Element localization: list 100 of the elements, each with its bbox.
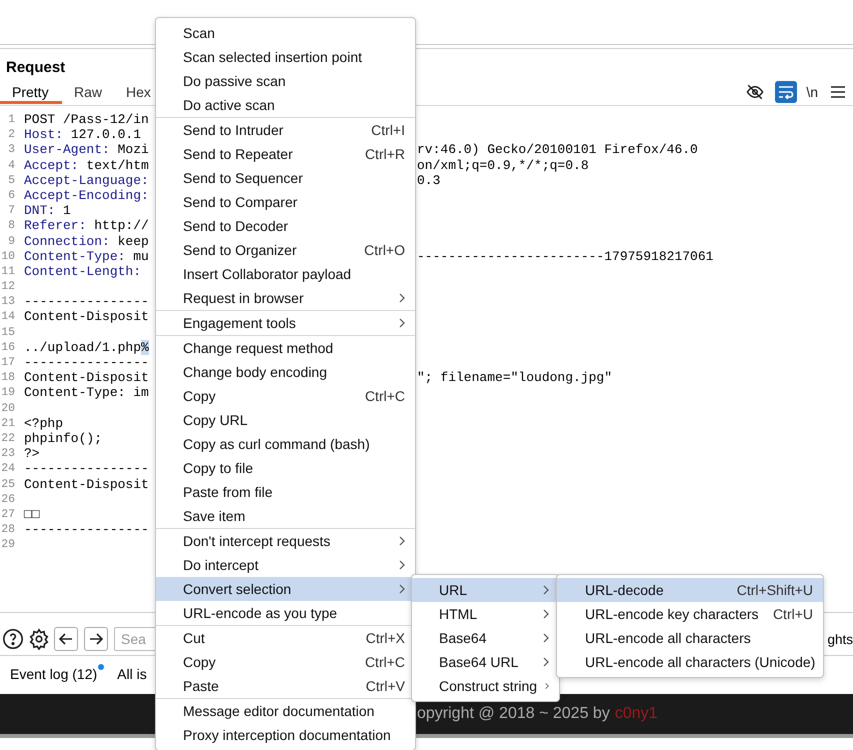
editor-tab[interactable]: Raw bbox=[62, 80, 114, 104]
line-number: 23 bbox=[0, 446, 16, 462]
menu-item[interactable]: Paste Ctrl+V bbox=[156, 674, 415, 698]
menu-item[interactable]: Construct string bbox=[412, 674, 559, 698]
menu-item[interactable]: Scan bbox=[156, 21, 415, 45]
line-number: 13 bbox=[0, 294, 16, 310]
line-number: 22 bbox=[0, 430, 16, 446]
line-number: 29 bbox=[0, 537, 16, 552]
issues-tab[interactable]: All is bbox=[117, 666, 147, 682]
code-text: ../upload/1.php% bbox=[23, 340, 150, 356]
menu-item[interactable]: Do intercept bbox=[156, 553, 415, 577]
settings-icon[interactable] bbox=[28, 628, 50, 650]
line-number: 2 bbox=[7, 127, 16, 142]
menu-item[interactable]: Base64 URL bbox=[412, 650, 559, 674]
menu-item[interactable]: URL-encode all characters bbox=[557, 626, 823, 650]
line-number: 5 bbox=[7, 172, 16, 188]
code-text: DNT: 1 bbox=[23, 203, 72, 218]
menu-item[interactable]: Change body encoding bbox=[156, 360, 415, 384]
help-icon[interactable] bbox=[2, 628, 24, 650]
code-text: POST /Pass-12/in bbox=[23, 112, 150, 128]
code-text: ---------------- bbox=[23, 461, 150, 477]
arrow-right-icon bbox=[89, 633, 103, 645]
code-text: Content-Type: mu bbox=[23, 248, 150, 264]
line-number: 14 bbox=[0, 309, 16, 325]
menu-item[interactable]: Request in browser bbox=[156, 286, 415, 310]
line-number: 7 bbox=[7, 203, 16, 218]
event-log-tab[interactable]: Event log (12) bbox=[10, 666, 98, 682]
menu-item[interactable]: Send to Comparer bbox=[156, 190, 415, 214]
menu-item[interactable]: URL bbox=[412, 578, 559, 602]
menu-item[interactable]: URL-encode key characters Ctrl+U bbox=[557, 602, 823, 626]
menu-item[interactable]: Paste from file bbox=[156, 480, 415, 504]
code-text: ?> bbox=[23, 446, 41, 462]
menu-item[interactable]: Proxy interception documentation bbox=[156, 723, 415, 747]
menu-item[interactable]: Copy Ctrl+C bbox=[156, 650, 415, 674]
menu-item[interactable]: Copy Ctrl+C bbox=[156, 384, 415, 408]
menu-item[interactable]: Message editor documentation bbox=[156, 699, 415, 723]
line-number: 25 bbox=[0, 476, 16, 492]
code-text: ---------------- bbox=[23, 294, 150, 310]
chevron-right-icon bbox=[545, 681, 549, 691]
menu-item[interactable]: Insert Collaborator payload bbox=[156, 262, 415, 286]
line-number: 12 bbox=[0, 279, 16, 294]
line-number: 6 bbox=[7, 188, 16, 204]
code-text: Connection: keep bbox=[23, 234, 150, 249]
wrap-icon[interactable] bbox=[775, 81, 798, 103]
menu-item[interactable]: Save item bbox=[156, 504, 415, 528]
menu-item[interactable]: URL-decode Ctrl+Shift+U bbox=[557, 578, 823, 602]
code-text: Host: 127.0.0.1 bbox=[23, 127, 142, 142]
code-text: ------------------------17975918217061 bbox=[417, 248, 714, 264]
back-button[interactable] bbox=[54, 627, 78, 651]
menu-item[interactable]: Copy URL bbox=[156, 408, 415, 432]
menu-item[interactable]: Scan selected insertion point bbox=[156, 45, 415, 69]
menu-item[interactable]: Do active scan bbox=[156, 93, 415, 117]
newline-toggle[interactable]: \n bbox=[806, 84, 818, 100]
line-number: 20 bbox=[0, 400, 16, 416]
code-text: Accept-Encoding: bbox=[23, 188, 150, 204]
menu-item[interactable]: Send to Intruder Ctrl+I bbox=[156, 118, 415, 142]
code-text: Content-Length: bbox=[23, 264, 142, 280]
menu-item[interactable]: URL-encode all characters (Unicode) bbox=[557, 650, 823, 674]
menu-item[interactable]: Base64 bbox=[412, 626, 559, 650]
menu-item[interactable]: Send to Sequencer bbox=[156, 166, 415, 190]
menu-item[interactable]: Cut Ctrl+X bbox=[156, 626, 415, 650]
line-number: 27 bbox=[0, 506, 16, 522]
code-text: □□ bbox=[23, 506, 41, 522]
menu-item[interactable]: Send to Decoder bbox=[156, 214, 415, 238]
code-text: ---------------- bbox=[23, 355, 150, 370]
line-number: 15 bbox=[0, 324, 16, 340]
menu-item[interactable]: Change request method bbox=[156, 336, 415, 360]
line-number: 10 bbox=[0, 248, 16, 264]
chevron-right-icon bbox=[399, 536, 405, 546]
code-text: phpinfo(); bbox=[23, 430, 104, 446]
menu-item[interactable]: Engagement tools bbox=[156, 311, 415, 335]
menu-item[interactable]: Don't intercept requests bbox=[156, 529, 415, 553]
toolbar-label: ghts bbox=[827, 632, 853, 646]
menu-item[interactable]: HTML bbox=[412, 602, 559, 626]
arrow-left-icon bbox=[59, 633, 73, 645]
menu-item[interactable]: Send to Repeater Ctrl+R bbox=[156, 142, 415, 166]
chevron-right-icon bbox=[543, 585, 549, 595]
code-text: "; filename="loudong.jpg" bbox=[417, 370, 612, 386]
forward-button[interactable] bbox=[84, 627, 108, 651]
line-number: 16 bbox=[0, 340, 16, 356]
line-number: 24 bbox=[0, 461, 16, 477]
menu-item[interactable]: Copy to file bbox=[156, 456, 415, 480]
code-text: Content-Disposit bbox=[23, 476, 150, 492]
code-text: Content-Type: im bbox=[23, 385, 150, 401]
code-text: Content-Disposit bbox=[23, 309, 150, 325]
chevron-right-icon bbox=[399, 318, 405, 328]
chevron-right-icon bbox=[399, 293, 405, 303]
menu-item[interactable]: Do passive scan bbox=[156, 69, 415, 93]
menu-item[interactable]: Send to Organizer Ctrl+O bbox=[156, 238, 415, 262]
line-number: 18 bbox=[0, 370, 16, 386]
chevron-right-icon bbox=[399, 560, 405, 570]
code-text: Accept-Language: bbox=[23, 172, 150, 188]
menu-item[interactable]: URL-encode as you type bbox=[156, 601, 415, 625]
code-text: 0.3 bbox=[417, 172, 440, 188]
chevron-right-icon bbox=[543, 633, 549, 643]
line-number: 3 bbox=[7, 142, 16, 158]
line-number: 28 bbox=[0, 522, 16, 538]
menu-item[interactable]: Copy as curl command (bash) bbox=[156, 432, 415, 456]
code-text: User-Agent: Mozi bbox=[23, 142, 150, 158]
editor-tab[interactable]: Pretty bbox=[0, 80, 62, 104]
